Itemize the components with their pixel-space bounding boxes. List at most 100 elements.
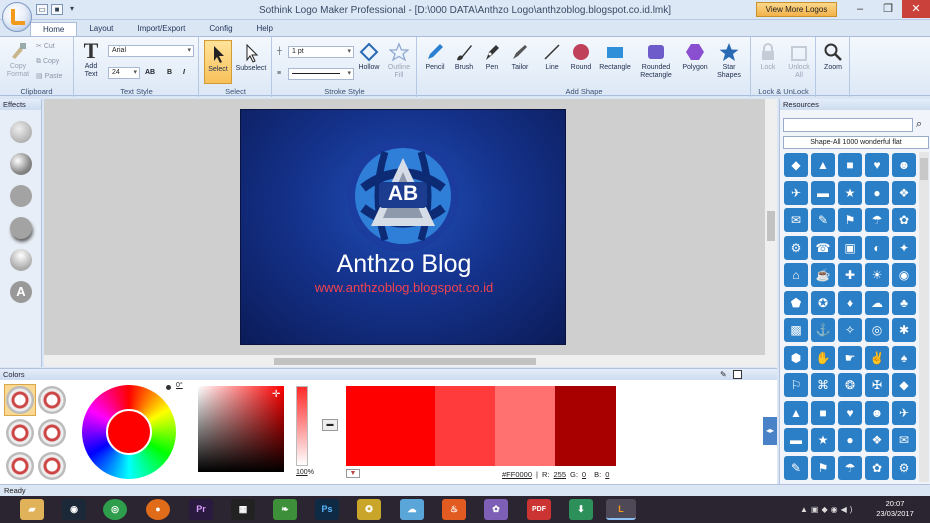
resource-shape-icon[interactable]: ◆ <box>784 153 808 177</box>
subselect-button[interactable]: Subselect <box>234 43 268 73</box>
photoshop-icon[interactable]: Ps <box>315 499 339 520</box>
horizontal-scroll-thumb[interactable] <box>274 358 536 365</box>
resource-shape-icon[interactable]: ▩ <box>784 318 808 342</box>
resource-shape-icon[interactable]: ❖ <box>865 428 889 452</box>
resource-shape-icon[interactable]: ✠ <box>865 373 889 397</box>
resource-shape-icon[interactable]: ✎ <box>811 208 835 232</box>
resource-shape-icon[interactable]: ✿ <box>865 455 889 480</box>
round-button[interactable]: Round <box>566 42 596 72</box>
resource-shape-icon[interactable]: ❖ <box>892 180 916 205</box>
stroke-width-select[interactable]: 1 pt <box>288 46 354 58</box>
resource-shape-icon[interactable]: ◎ <box>865 318 889 342</box>
resource-shape-icon[interactable]: ⚑ <box>838 208 862 232</box>
resource-shape-icon[interactable]: ■ <box>811 400 835 425</box>
effect-glow-icon[interactable] <box>10 249 32 271</box>
resource-shape-icon[interactable]: ✚ <box>838 263 862 287</box>
resource-shape-icon[interactable]: ✋ <box>811 345 835 370</box>
resource-shape-icon[interactable]: ✦ <box>892 235 916 260</box>
effect-bevel-icon[interactable] <box>10 121 32 143</box>
logo-canvas[interactable]: AB Anthzo Blog www.anthzoblog.blogspot.c… <box>240 109 566 345</box>
resource-shape-icon[interactable]: ✧ <box>838 318 862 342</box>
resource-shape-icon[interactable]: ☀ <box>865 263 889 287</box>
app-menu-button[interactable] <box>2 2 32 32</box>
fill-mode-5-icon[interactable] <box>6 452 34 480</box>
italic-button[interactable]: I <box>183 68 185 77</box>
rounded-rectangle-button[interactable]: Rounded Rectangle <box>636 42 676 80</box>
zoom-button[interactable]: Zoom <box>819 42 847 72</box>
swatch-3[interactable] <box>495 386 555 466</box>
resource-shape-icon[interactable]: ⚙ <box>784 235 808 260</box>
eyedropper-icon[interactable]: ✎ <box>720 369 727 380</box>
resource-shape-icon[interactable]: ● <box>838 428 862 452</box>
brush-button[interactable]: Brush <box>450 42 478 72</box>
text-effects-icon[interactable]: AB <box>145 68 155 77</box>
tailor-button[interactable]: Tailor <box>506 42 534 72</box>
resource-shape-icon[interactable]: ★ <box>811 428 835 452</box>
lock-button[interactable]: Lock <box>754 42 782 72</box>
view-more-logos-button[interactable]: View More Logos <box>756 2 837 17</box>
minimize-icon[interactable]: – <box>846 0 874 18</box>
effect-flat-icon[interactable] <box>10 185 32 207</box>
resource-shape-icon[interactable]: ♠ <box>892 345 916 370</box>
firefox-icon[interactable]: ● <box>146 499 170 520</box>
effect-text-icon[interactable]: A <box>10 281 32 303</box>
r-value[interactable]: 255 <box>553 470 566 479</box>
tab-layout[interactable]: Layout <box>77 22 125 36</box>
video-editor-icon[interactable]: ▦ <box>231 499 255 520</box>
tab-help[interactable]: Help <box>245 22 285 36</box>
add-swatch-button[interactable]: ▬ <box>322 419 338 431</box>
font-size-select[interactable]: 24 <box>108 67 140 79</box>
resource-shape-icon[interactable]: ◆ <box>892 373 916 397</box>
copy-format-button[interactable]: Copy Format <box>4 41 32 79</box>
resource-shape-icon[interactable]: ✎ <box>784 455 808 480</box>
fill-mode-3-icon[interactable] <box>6 419 34 447</box>
resource-shape-icon[interactable]: ☻ <box>892 153 916 177</box>
hex-value[interactable]: #FF0000 <box>502 470 532 479</box>
swatch-menu-icon[interactable]: ▼ <box>346 469 360 478</box>
tab-home[interactable]: Home <box>30 22 78 36</box>
rectangle-button[interactable]: Rectangle <box>596 42 634 72</box>
leaf-app-icon[interactable]: ❧ <box>273 499 297 520</box>
resource-shape-icon[interactable]: ▲ <box>784 400 808 425</box>
stroke-line-select[interactable] <box>288 68 354 80</box>
resource-shape-icon[interactable]: ✉ <box>892 428 916 452</box>
resource-shape-icon[interactable]: ☕ <box>811 263 835 287</box>
resource-shape-icon[interactable]: ■ <box>838 153 862 177</box>
resource-category-select[interactable]: Shape-All 1000 wonderful flat <box>783 136 929 149</box>
select-button[interactable]: Select <box>204 40 232 84</box>
effect-emboss-icon[interactable] <box>10 153 32 175</box>
resource-shape-icon[interactable]: ♥ <box>865 153 889 177</box>
pdf-app-icon[interactable]: PDF <box>527 499 551 520</box>
resource-shape-icon[interactable]: ☻ <box>865 400 889 425</box>
resource-shape-icon[interactable]: ☂ <box>865 208 889 232</box>
resource-shape-icon[interactable]: ▬ <box>784 428 808 452</box>
fill-mode-2-icon[interactable] <box>38 386 66 414</box>
outline-fill-button[interactable]: Outline Fill <box>383 42 415 80</box>
angle-value[interactable]: 0° <box>176 382 183 389</box>
hollow-button[interactable]: Hollow <box>355 42 383 72</box>
resource-shape-icon[interactable]: ◉ <box>892 263 916 287</box>
canvas-vertical-scrollbar[interactable] <box>765 99 777 356</box>
resource-shape-icon[interactable]: ● <box>865 180 889 205</box>
pencil-button[interactable]: Pencil <box>420 42 450 72</box>
fill-mode-4-icon[interactable] <box>38 419 66 447</box>
resource-shape-icon[interactable]: ☛ <box>838 345 862 370</box>
resource-shape-icon[interactable]: ▣ <box>838 235 862 260</box>
logo-url-text[interactable]: www.anthzoblog.blogspot.co.id <box>241 280 567 295</box>
resource-shape-icon[interactable]: ⚙ <box>892 455 916 480</box>
collapse-panel-icon[interactable]: ◂▸ <box>763 417 777 445</box>
resource-shape-icon[interactable]: ♦ <box>838 290 862 315</box>
restore-icon[interactable]: ❐ <box>874 0 902 18</box>
resource-shape-icon[interactable]: ☂ <box>838 455 862 480</box>
line-button[interactable]: Line <box>540 42 564 72</box>
resources-search-input[interactable] <box>783 118 913 132</box>
resource-shape-icon[interactable]: ✌ <box>865 345 889 370</box>
brightness-slider[interactable] <box>296 386 308 466</box>
resource-shape-icon[interactable]: ★ <box>838 180 862 205</box>
resources-scrollbar[interactable] <box>919 152 929 482</box>
file-explorer-icon[interactable]: ▰ <box>20 499 44 520</box>
tab-import-export[interactable]: Import/Export <box>125 22 197 36</box>
resources-scroll-thumb[interactable] <box>920 158 928 180</box>
logo-name-text[interactable]: Anthzo Blog <box>241 250 567 279</box>
resource-shape-icon[interactable]: ✿ <box>892 208 916 232</box>
